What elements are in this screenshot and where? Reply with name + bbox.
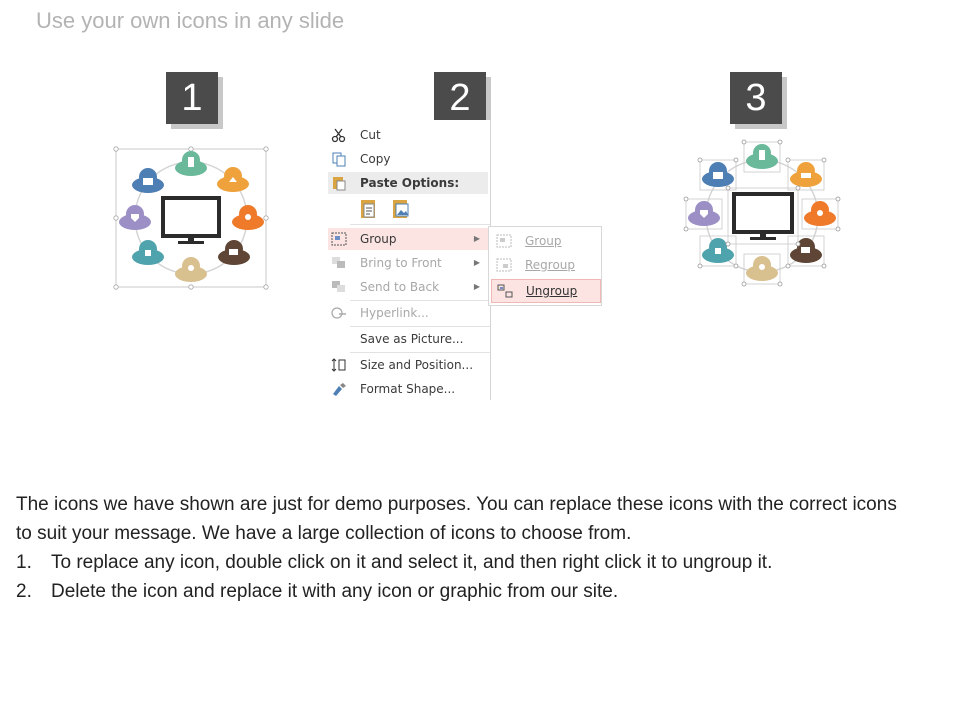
menu-item-save-as-picture[interactable]: Save as Picture... [328,328,488,350]
context-menu: Cut Copy Paste Options: Group ▶ Bring to… [322,120,491,400]
step-badge-3: 3 [730,72,782,124]
send-back-icon [332,281,345,292]
submenu-item-label: Regroup [525,258,576,272]
menu-item-label: Save as Picture... [360,332,464,346]
copy-icon [332,152,346,167]
menu-item-label: Size and Position... [360,358,474,372]
menu-item-label: Send to Back [360,280,440,294]
menu-item-label: Hyperlink... [360,306,429,320]
group-icon [331,232,347,246]
submenu-arrow-icon: ▶ [473,258,480,267]
menu-item-bring-to-front[interactable]: Bring to Front ▶ [328,252,488,274]
cloud-icon-network [790,162,822,187]
cloud-icon-mobile [175,151,207,176]
submenu-arrow-icon: ▶ [473,234,480,243]
menu-item-paste-options: Paste Options: [328,172,488,194]
paste-picture-icon[interactable] [390,198,412,220]
cloud-icon-people [804,201,836,226]
step-text: Delete the icon and replace it with any … [51,581,619,602]
size-position-icon [331,358,346,372]
menu-item-label: Cut [360,128,381,142]
cloud-icon-presentation [702,162,734,187]
menu-item-label: Format Shape... [360,382,456,396]
intro-text: The icons we have shown are just for dem… [16,494,897,544]
cloud-icon-mobile [746,144,778,169]
cloud-icon-lock [702,238,734,263]
menu-item-format-shape[interactable]: Format Shape... [328,378,488,400]
menu-item-cut[interactable]: Cut [328,124,488,146]
ungroup-icon [497,284,513,298]
submenu-item-ungroup[interactable]: Ungroup [491,279,601,303]
menu-item-group[interactable]: Group ▶ [328,228,488,250]
menu-item-copy[interactable]: Copy [328,148,488,170]
menu-item-label: Group [360,232,397,246]
submenu-item-label: Group [525,234,562,248]
bring-front-icon [332,257,345,268]
cloud-icon-lock [132,240,164,265]
cloud-icon-person [175,257,207,282]
instructions: The icons we have shown are just for dem… [16,490,916,606]
paste-icon [333,177,346,191]
slide-title: Use your own icons in any slide [36,8,345,33]
scissors-icon [331,128,346,143]
cloud-icon-truck [790,238,822,263]
icon-cluster-ungrouped[interactable] [678,136,848,291]
step-badge-1: 1 [166,72,218,124]
submenu-arrow-icon: ▶ [473,282,480,291]
step-number: 2. [16,581,32,602]
menu-item-size-and-position[interactable]: Size and Position... [328,354,488,376]
group-submenu: Group Regroup Ungroup [488,226,602,306]
submenu-item-regroup[interactable]: Regroup [491,254,599,276]
cloud-icon-truck [218,240,250,265]
menu-item-label: Bring to Front [360,256,442,270]
monitor-icon [161,196,221,244]
instruction-step-1: 1. To replace any icon, double click on … [16,548,916,577]
hyperlink-icon [331,307,346,319]
submenu-item-group[interactable]: Group [491,230,599,252]
menu-item-hyperlink[interactable]: Hyperlink... [328,302,488,324]
icon-cluster-grouped[interactable] [108,140,278,295]
menu-item-send-to-back[interactable]: Send to Back ▶ [328,276,488,298]
cloud-icon-people [232,205,264,230]
format-shape-icon [333,383,346,396]
monitor-icon [732,192,794,240]
group-icon [496,234,512,248]
paste-keep-formatting-icon[interactable] [358,198,380,220]
step-text: To replace any icon, double click on it … [51,552,773,573]
cloud-icon-shield [688,201,720,226]
step-badge-2: 2 [434,72,486,124]
cloud-icon-shield [119,205,151,230]
submenu-item-label: Ungroup [526,284,578,298]
step-number: 1. [16,552,32,573]
menu-item-label: Copy [360,152,391,166]
regroup-icon [496,258,512,272]
menu-item-label: Paste Options: [360,176,460,190]
cloud-icon-person [746,256,778,281]
instruction-step-2: 2. Delete the icon and replace it with a… [16,577,916,606]
